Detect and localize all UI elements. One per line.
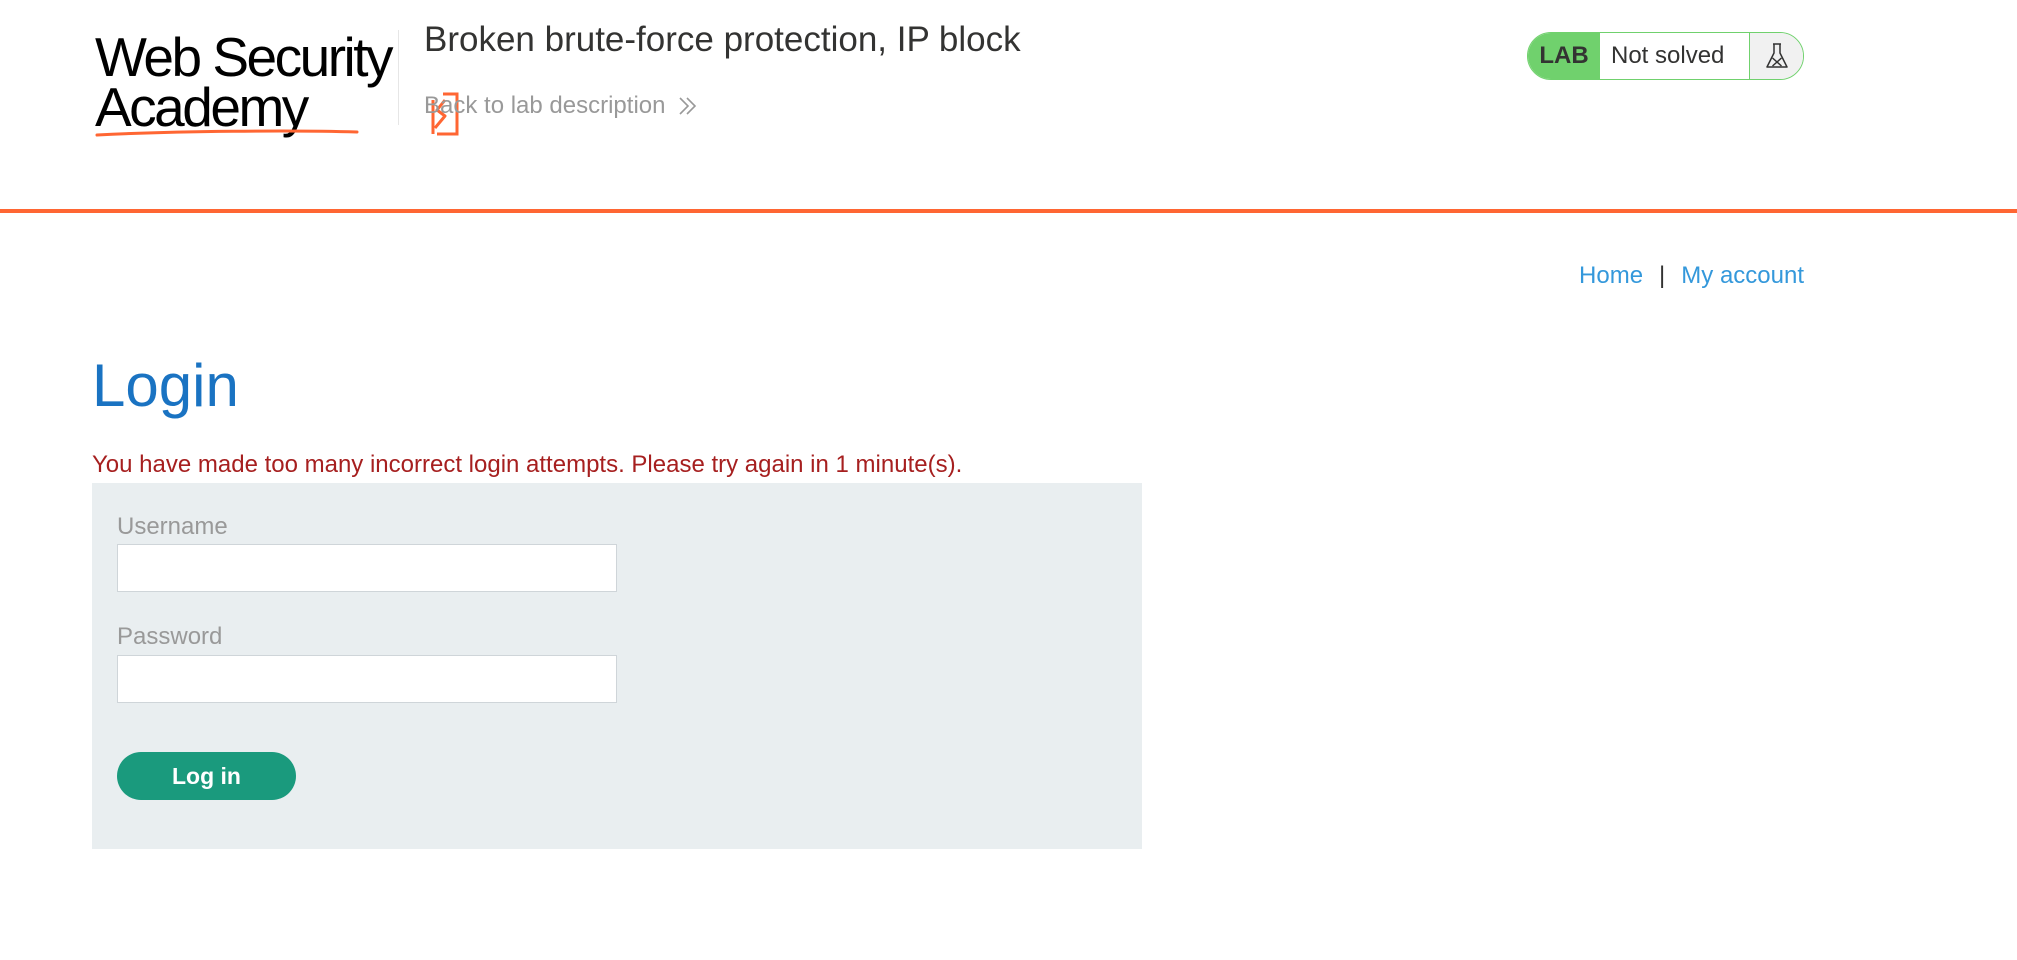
header-divider: [398, 30, 399, 125]
login-error-message: You have made too many incorrect login a…: [92, 451, 963, 478]
lab-status-widget: LAB Not solved: [1527, 32, 1804, 80]
lab-badge: LAB: [1528, 33, 1600, 79]
page-header: Web Security Academy Broken brute-force …: [0, 0, 2017, 213]
web-security-academy-logo[interactable]: Web Security Academy: [95, 28, 459, 140]
log-in-button[interactable]: Log in: [117, 752, 296, 800]
nav-separator: |: [1659, 262, 1666, 289]
username-input[interactable]: [117, 544, 617, 592]
back-link-label: Back to lab description: [424, 92, 666, 119]
double-chevron-right-icon: [679, 97, 697, 115]
password-label: Password: [117, 623, 223, 650]
page-title: Login: [92, 352, 239, 419]
flask-icon: [1765, 43, 1788, 68]
nav-my-account-link[interactable]: My account: [1681, 262, 1804, 290]
lab-status-icon-button[interactable]: [1749, 33, 1803, 79]
logo-underline: [95, 129, 359, 137]
username-label: Username: [117, 513, 228, 540]
lab-title: Broken brute-force protection, IP block: [424, 20, 1021, 59]
password-input[interactable]: [117, 655, 617, 703]
back-to-lab-description-link[interactable]: Back to lab description: [424, 92, 699, 120]
login-form: Username Password Log in: [92, 483, 1142, 849]
top-navigation: Home | My account: [1579, 262, 1804, 290]
nav-home-link[interactable]: Home: [1579, 262, 1643, 290]
lab-status-text: Not solved: [1611, 42, 1725, 69]
